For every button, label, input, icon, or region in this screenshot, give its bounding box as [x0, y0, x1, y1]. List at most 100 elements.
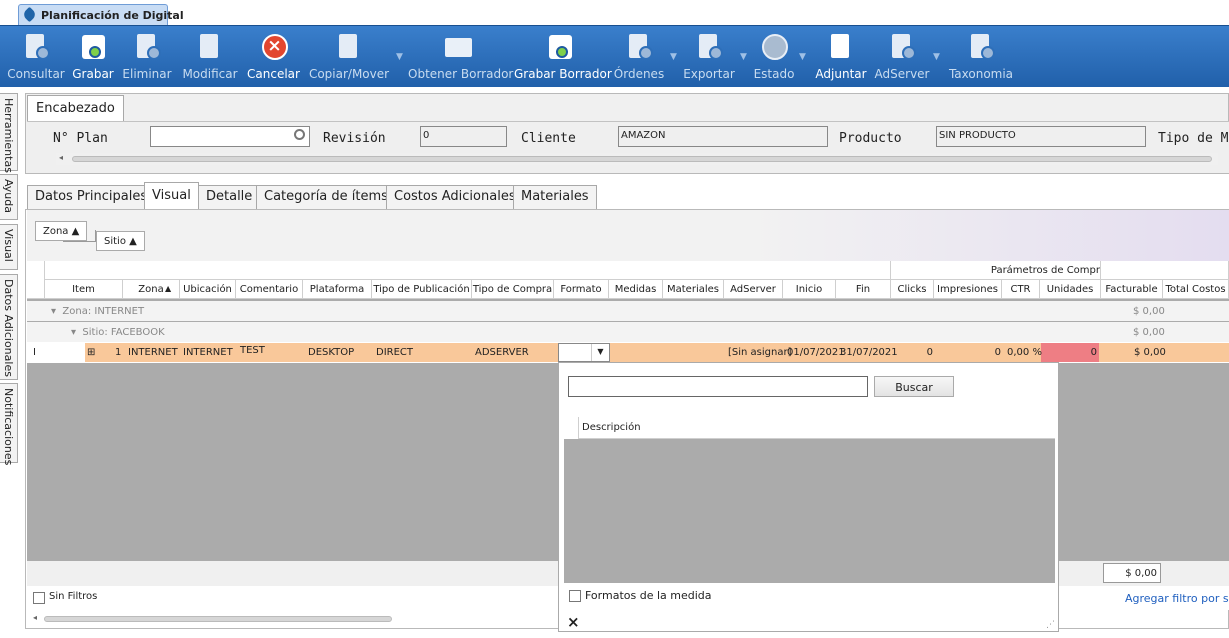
copiar-dropdown-arrow[interactable]: ▼	[396, 52, 403, 62]
taxonomia-button[interactable]: Taxonomia	[946, 26, 1016, 88]
cell-zona[interactable]: INTERNET	[125, 343, 181, 362]
side-tab-ayuda[interactable]: Ayuda	[0, 174, 18, 220]
tab-encabezado[interactable]: Encabezado	[27, 95, 124, 122]
tab-materiales[interactable]: Materiales	[513, 185, 597, 209]
cell-tipo-compra[interactable]: ADSERVER	[472, 343, 532, 362]
cell-unidades[interactable]: 0	[1042, 343, 1100, 362]
resize-grip-icon[interactable]: ⋰	[1046, 620, 1055, 630]
exportar-dropdown-arrow[interactable]: ▼	[740, 52, 747, 62]
tab-datos-principales[interactable]: Datos Principales	[27, 185, 156, 209]
cell-plataforma[interactable]: DESKTOP	[305, 343, 357, 362]
cell-comentario[interactable]: TEST	[237, 343, 268, 362]
chevron-down-icon[interactable]: ▼	[591, 344, 609, 361]
column-header-plataforma[interactable]: Plataforma	[303, 280, 372, 299]
tab-detalle[interactable]: Detalle	[198, 185, 261, 209]
adserver-button[interactable]: AdServer	[874, 26, 930, 88]
modificar-button[interactable]: Modificar	[180, 26, 240, 88]
adjuntar-button[interactable]: Adjuntar	[812, 26, 870, 88]
grabar-button[interactable]: Grabar	[70, 26, 116, 88]
total-facturable: $ 0,00	[1103, 563, 1161, 583]
collapse-icon[interactable]: ▾	[71, 327, 76, 338]
eliminar-button[interactable]: Eliminar	[120, 26, 174, 88]
column-header-impresiones[interactable]: Impresiones	[934, 280, 1002, 299]
cell-tipo-publicacion[interactable]: DIRECT	[373, 343, 416, 362]
descripcion-column-header[interactable]: Descripción	[579, 417, 1055, 439]
cell-facturable[interactable]: $ 0,00	[1131, 343, 1169, 362]
tab-visual[interactable]: Visual	[144, 182, 199, 210]
save-icon	[79, 32, 107, 62]
column-header-clicks[interactable]: Clicks	[891, 280, 934, 299]
band-parametros-compra: Parámetros de Compr	[891, 261, 1101, 280]
column-header-tipo-compra[interactable]: Tipo de Compra	[472, 280, 554, 299]
consultar-button[interactable]: Consultar	[5, 26, 67, 88]
save-draft-icon	[546, 32, 574, 62]
group-zona-button[interactable]: Zona ▲	[35, 221, 88, 241]
group-panel: Zona ▲ Sitio ▲	[27, 210, 1229, 261]
column-header-ubicacion[interactable]: Ubicación	[180, 280, 236, 299]
obtener-borrador-button[interactable]: Obtener Borrador	[408, 26, 513, 88]
copiar-mover-button[interactable]: Copiar/Mover	[307, 26, 391, 88]
group-row-sitio[interactable]: ▾ Sitio: FACEBOOK $ 0,00	[27, 322, 1229, 342]
cell-impresiones[interactable]: 0	[937, 343, 1004, 362]
plan-input[interactable]	[150, 126, 310, 147]
sin-filtros-checkbox[interactable]	[33, 592, 45, 604]
adserver-dropdown-arrow[interactable]: ▼	[933, 52, 940, 62]
sin-filtros-label: Sin Filtros	[49, 591, 98, 602]
column-header-ctr[interactable]: CTR	[1002, 280, 1040, 299]
row-cursor: I	[33, 347, 36, 358]
column-header-fin[interactable]: Fin	[836, 280, 891, 299]
side-tab-notificaciones[interactable]: Notificaciones	[0, 383, 18, 465]
taxonomy-icon	[967, 32, 995, 62]
export-icon	[695, 32, 723, 62]
side-tab-visual[interactable]: Visual	[0, 224, 18, 270]
producto-field: SIN PRODUCTO	[936, 126, 1146, 147]
collapse-icon[interactable]: ▾	[51, 306, 56, 317]
search-icon[interactable]	[294, 129, 305, 140]
column-header-comentario[interactable]: Comentario	[236, 280, 303, 299]
formato-dropdown[interactable]: ▼	[558, 343, 610, 362]
cell-clicks[interactable]: 0	[891, 343, 936, 362]
column-header-materiales[interactable]: Materiales	[663, 280, 724, 299]
column-header-adserver[interactable]: AdServer	[724, 280, 783, 299]
cancelar-button[interactable]: × Cancelar	[246, 26, 301, 88]
ordenes-button[interactable]: Órdenes	[612, 26, 666, 88]
cell-item[interactable]: 1	[112, 343, 124, 362]
cell-ubicacion[interactable]: INTERNET	[180, 343, 236, 362]
side-tab-datos-adicionales[interactable]: Datos Adicionales	[0, 274, 18, 380]
column-header-tipo-publicacion[interactable]: Tipo de Publicación	[372, 280, 472, 299]
grid-scrollbar[interactable]: ◂	[30, 613, 570, 625]
column-header-unidades[interactable]: Unidades	[1040, 280, 1101, 299]
copy-icon	[335, 32, 363, 62]
column-header-formato[interactable]: Formato	[554, 280, 609, 299]
agregar-filtro-link[interactable]: Agregar filtro por sólo	[1125, 592, 1229, 605]
estado-dropdown-arrow[interactable]: ▼	[799, 52, 806, 62]
column-header-inicio[interactable]: Inicio	[783, 280, 836, 299]
column-header-zona[interactable]: Zona	[123, 280, 180, 299]
header-scrollbar[interactable]: ◂	[56, 153, 1218, 165]
estado-button[interactable]: Estado	[752, 26, 796, 88]
exportar-button[interactable]: Exportar	[682, 26, 736, 88]
column-header-facturable[interactable]: Facturable	[1101, 280, 1163, 299]
group-sitio-button[interactable]: Sitio ▲	[96, 231, 145, 251]
dropdown-search-input[interactable]	[568, 376, 868, 397]
formatos-medida-checkbox[interactable]	[569, 590, 581, 602]
tab-categoria-items[interactable]: Categoría de ítems	[256, 185, 396, 209]
grabar-borrador-button[interactable]: Grabar Borrador	[514, 26, 612, 88]
expand-icon[interactable]: ⊞	[84, 343, 98, 362]
side-tab-herramientas[interactable]: Herramientas	[0, 93, 18, 173]
column-header-total-costos[interactable]: Total Costos	[1163, 280, 1229, 299]
app-icon	[21, 6, 38, 23]
tab-costos-adicionales[interactable]: Costos Adicionales	[386, 185, 524, 209]
attach-icon	[827, 32, 855, 62]
cell-ctr[interactable]: 0,00 %	[1004, 343, 1045, 362]
delete-icon	[133, 32, 161, 62]
buscar-button[interactable]: Buscar	[874, 376, 954, 397]
column-header-medidas[interactable]: Medidas	[609, 280, 663, 299]
producto-label: Producto	[839, 131, 902, 146]
column-header-item[interactable]: Item	[45, 280, 123, 299]
revision-label: Revisión	[323, 131, 386, 146]
close-icon[interactable]: ×	[567, 613, 580, 631]
group-row-zona[interactable]: ▾ Zona: INTERNET $ 0,00	[27, 301, 1229, 321]
document-tab[interactable]: Planificación de Digital	[18, 4, 184, 26]
ordenes-dropdown-arrow[interactable]: ▼	[670, 52, 677, 62]
